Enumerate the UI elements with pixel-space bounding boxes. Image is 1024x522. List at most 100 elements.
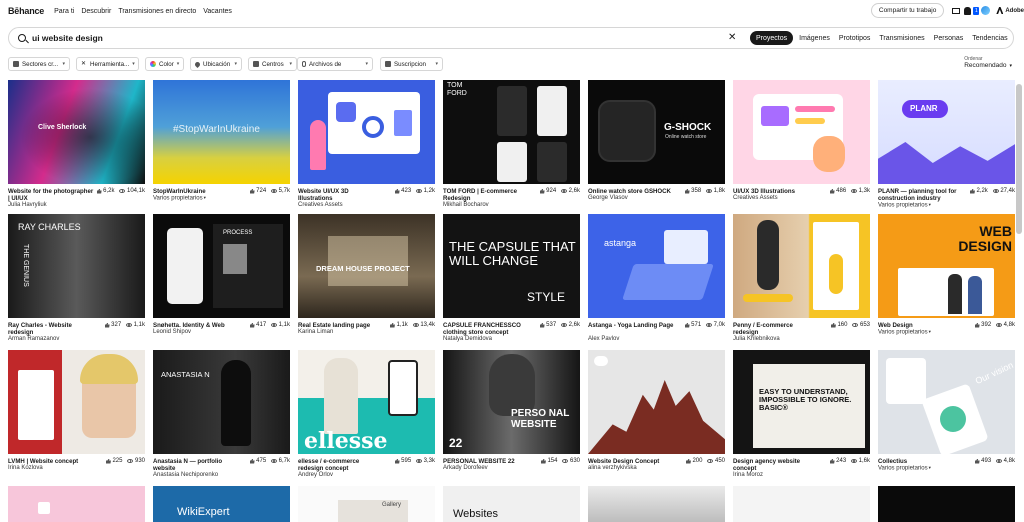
project-title[interactable]: ellesse / e-commerce redesign concept [298, 458, 384, 472]
project-thumbnail[interactable] [733, 80, 870, 184]
project-thumbnail[interactable] [298, 80, 435, 184]
project-title[interactable]: LVMH | Website concept [8, 458, 94, 465]
search-input[interactable] [32, 33, 732, 43]
project-owner[interactable]: alina verzhykivska [588, 465, 637, 471]
project-card[interactable] [8, 486, 145, 522]
project-title[interactable]: Online watch store GSHOCK [588, 188, 674, 195]
project-card[interactable]: astanga Astanga - Yoga Landing Page Alex… [588, 214, 725, 348]
project-owner[interactable]: Irina Moroz [733, 472, 763, 478]
tab-tendencias[interactable]: Tendencias [972, 31, 1007, 45]
project-thumbnail[interactable]: Clive Sherlock [8, 80, 145, 184]
project-thumbnail[interactable] [8, 350, 145, 454]
project-thumbnail[interactable] [588, 486, 725, 522]
project-card[interactable]: WEB DESIGN Web Design Varios propietario… [878, 214, 1015, 348]
project-card[interactable]: LVMH | Website concept Irina Kozlova 225… [8, 350, 145, 484]
project-thumbnail[interactable] [733, 486, 870, 522]
project-title[interactable]: PERSONAL WEBSITE 22 [443, 458, 529, 465]
avatar[interactable] [981, 6, 991, 15]
project-thumbnail[interactable]: RAY CHARLES THE GENIUS [8, 214, 145, 318]
project-thumbnail[interactable]: astanga [588, 214, 725, 318]
bell-icon[interactable] [964, 6, 972, 15]
project-card[interactable]: G-SHOCK Online watch store Online watch … [588, 80, 725, 214]
project-thumbnail[interactable]: EASY TO UNDERSTAND, IMPOSSIBLE TO IGNORE… [733, 350, 870, 454]
nav-link-descubrir[interactable]: Descubrir [81, 8, 111, 15]
project-owner[interactable]: Irina Kozlova [8, 465, 43, 471]
project-owner[interactable]: Varios propietarios▾ [878, 465, 931, 472]
project-owner[interactable]: Julia Havryliuk [8, 202, 47, 208]
project-thumbnail[interactable]: PERSO NAL WEBSITE 22 [443, 350, 580, 454]
project-card[interactable] [878, 486, 1015, 522]
project-card[interactable]: Our vision Collectius Varios propietario… [878, 350, 1015, 484]
project-owner[interactable]: Anastasia Nechiporenko [153, 472, 218, 478]
project-thumbnail[interactable]: PROCESS [153, 214, 290, 318]
project-card[interactable]: Website Design Concept alina verzhykivsk… [588, 350, 725, 484]
project-owner[interactable]: Mikhail Bocharov [443, 202, 489, 208]
project-card[interactable]: THE CAPSULE THAT WILL CHANGE STYLE CAPSU… [443, 214, 580, 348]
filter-herramientas[interactable]: ✕ Herramienta... ▾ [76, 57, 139, 71]
project-card[interactable]: #StopWarInUkraine StopWarInUkraine Vario… [153, 80, 290, 214]
project-owner[interactable]: Varios propietarios▾ [878, 329, 931, 336]
behance-logo[interactable]: Bēhance [8, 6, 44, 16]
filter-suscripcion[interactable]: Suscripcion ▾ [380, 57, 443, 71]
filter-archivos[interactable]: Archivos de ▾ [297, 57, 373, 71]
project-thumbnail[interactable]: Our vision [878, 350, 1015, 454]
project-title[interactable]: Design agency website concept [733, 458, 819, 472]
nav-link-para-ti[interactable]: Para ti [54, 8, 74, 15]
project-thumbnail[interactable]: WikiExpert [153, 486, 290, 522]
project-card[interactable]: ANASTASIA N Anastasia N — portfolio webs… [153, 350, 290, 484]
project-thumbnail[interactable]: THE CAPSULE THAT WILL CHANGE STYLE [443, 214, 580, 318]
project-title[interactable]: Real Estate landing page [298, 322, 384, 329]
tab-transmisiones[interactable]: Transmisiones [879, 31, 924, 45]
project-card[interactable]: PLANR PLANR — planning tool for construc… [878, 80, 1015, 214]
project-card[interactable]: Gallery [298, 486, 435, 522]
project-card[interactable]: Website UI/UX 3D Illustrations Creatives… [298, 80, 435, 214]
nav-link-vacantes[interactable]: Vacantes [203, 8, 232, 15]
nav-link-transmisiones[interactable]: Transmisiones en directo [118, 8, 196, 15]
project-card[interactable]: Websites [443, 486, 580, 522]
project-owner[interactable]: Andrey Orlov [298, 472, 333, 478]
project-owner[interactable]: Varios propietarios▾ [153, 195, 206, 202]
project-title[interactable]: Website UI/UX 3D Illustrations [298, 188, 384, 202]
project-owner[interactable]: Natalya Demidova [443, 336, 492, 342]
filter-ubicacion[interactable]: Ubicación ▾ [190, 57, 242, 71]
project-thumbnail[interactable]: DREAM HOUSE PROJECT [298, 214, 435, 318]
project-thumbnail[interactable]: Websites [443, 486, 580, 522]
project-card[interactable] [733, 486, 870, 522]
project-title[interactable]: Website Design Concept [588, 458, 674, 465]
project-title[interactable]: TOM FORD | E-commerce Redesign [443, 188, 529, 202]
project-thumbnail[interactable]: G-SHOCK Online watch store [588, 80, 725, 184]
tab-prototipos[interactable]: Prototipos [839, 31, 871, 45]
project-thumbnail[interactable]: PLANR [878, 80, 1015, 184]
project-owner[interactable]: Karina Liman [298, 329, 333, 335]
project-thumbnail[interactable] [733, 214, 870, 318]
project-card[interactable]: RAY CHARLES THE GENIUS Ray Charles - Web… [8, 214, 145, 348]
project-card[interactable] [588, 486, 725, 522]
project-title[interactable]: Website for the photographer | UI/UX [8, 188, 94, 202]
project-title[interactable]: Web Design [878, 322, 964, 329]
project-card[interactable]: EASY TO UNDERSTAND, IMPOSSIBLE TO IGNORE… [733, 350, 870, 484]
project-card[interactable]: DREAM HOUSE PROJECT Real Estate landing … [298, 214, 435, 348]
project-owner[interactable]: George Vlasov [588, 195, 628, 201]
project-thumbnail[interactable]: WEB DESIGN [878, 214, 1015, 318]
project-title[interactable]: CAPSULE FRANCHESSCO clothing store conce… [443, 322, 529, 336]
project-title[interactable]: Collectius [878, 458, 964, 465]
project-owner[interactable]: Arkady Dorofeev [443, 465, 488, 471]
project-title[interactable]: Anastasia N — portfolio website [153, 458, 239, 472]
filter-sectores[interactable]: Sectores cr... ▾ [8, 57, 70, 71]
clear-search-icon[interactable]: ✕ [728, 33, 736, 43]
project-card[interactable]: Penny / E-commerce redesign Julia Khlebn… [733, 214, 870, 348]
project-title[interactable]: Astanga - Yoga Landing Page [588, 322, 674, 329]
project-thumbnail[interactable] [878, 486, 1015, 522]
project-thumbnail[interactable]: ellesse [298, 350, 435, 454]
project-owner[interactable]: Arman Ramazanov [8, 336, 59, 342]
project-title[interactable]: UI/UX 3D Illustrations [733, 188, 819, 195]
project-thumbnail[interactable]: ANASTASIA N [153, 350, 290, 454]
project-thumbnail[interactable] [588, 350, 725, 454]
project-title[interactable]: StopWarInUkraine [153, 188, 239, 195]
project-card[interactable]: Clive Sherlock Website for the photograp… [8, 80, 145, 214]
tab-personas[interactable]: Personas [934, 31, 964, 45]
project-card[interactable]: PROCESS Snøhetta. Identity & Web Leonid … [153, 214, 290, 348]
mail-icon[interactable] [952, 7, 961, 14]
project-owner[interactable]: Creatives Assets [733, 195, 778, 201]
filter-color[interactable]: Color ▾ [145, 57, 184, 71]
